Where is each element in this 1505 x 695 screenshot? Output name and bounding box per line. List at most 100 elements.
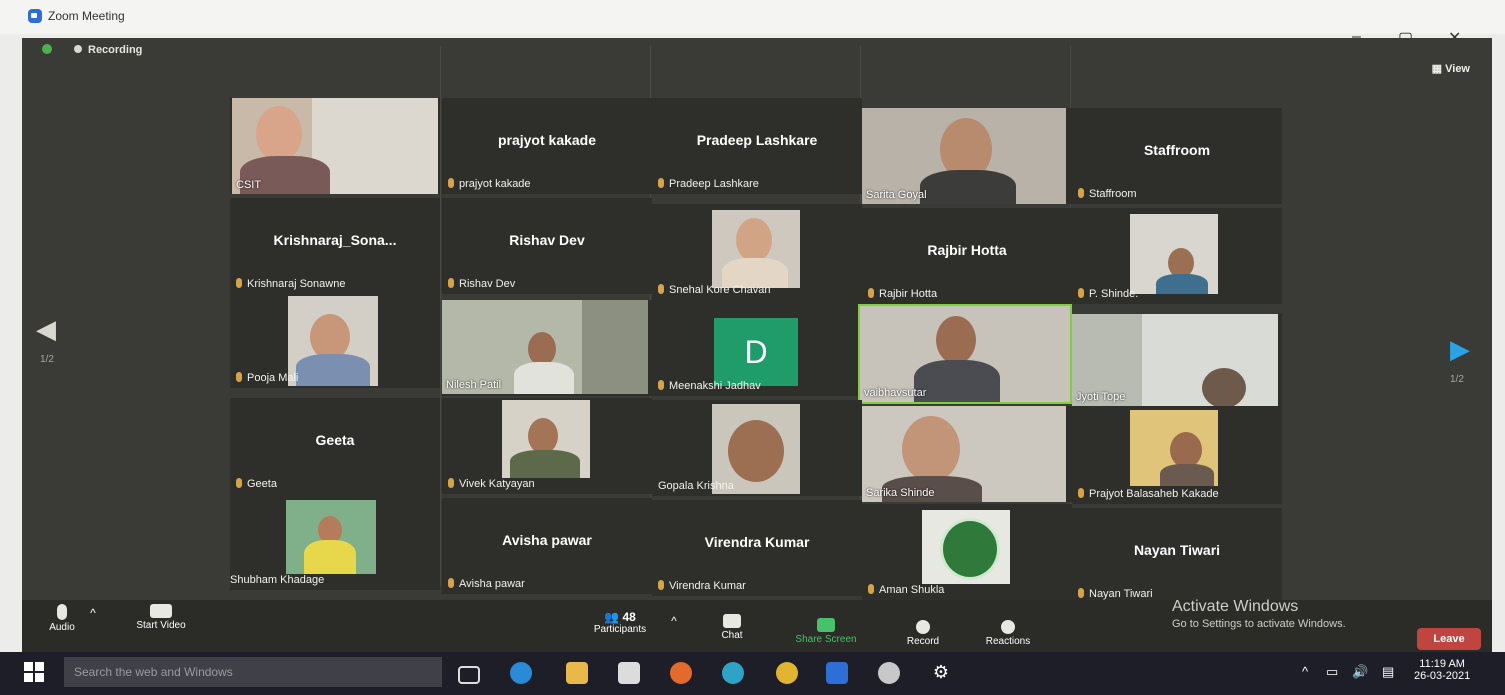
chat-bubble-icon	[723, 614, 741, 628]
activate-windows-hint: Go to Settings to activate Windows.	[1172, 618, 1346, 630]
participants-button[interactable]: 👥 48 Participants	[582, 610, 658, 635]
participant-tile-prajyot-balasaheb[interactable]: Prajyot Balasaheb Kakade	[1072, 408, 1282, 504]
participant-name-tag: P. Shinde.	[1078, 288, 1138, 300]
activate-windows-watermark: Activate Windows Go to Settings to activ…	[1172, 598, 1346, 630]
participant-name-tag: Staffroom	[1078, 188, 1137, 200]
settings-gear-icon[interactable]: ⚙	[930, 662, 952, 684]
start-video-button[interactable]: Start Video	[126, 604, 196, 631]
participant-tile-geeta[interactable]: Geeta Geeta	[230, 398, 440, 494]
reactions-button[interactable]: Reactions	[978, 620, 1038, 647]
network-icon[interactable]: ▭	[1326, 664, 1338, 680]
edge-chromium-icon[interactable]	[722, 662, 744, 684]
participant-display-name: Staffroom	[1143, 142, 1211, 158]
participant-tile-avisha-pawar[interactable]: Avisha pawar Avisha pawar	[442, 498, 652, 594]
recording-indicator[interactable]: Recording	[74, 44, 142, 56]
windows-start-icon[interactable]	[24, 662, 44, 682]
audio-label: Audio	[49, 622, 75, 633]
participants-options-caret[interactable]: ^	[668, 614, 680, 628]
participant-name-tag: Avisha pawar	[448, 578, 525, 590]
participant-tile-virendra-kumar[interactable]: Virendra Kumar Virendra Kumar	[652, 500, 862, 596]
mic-muted-icon	[448, 178, 454, 188]
record-button[interactable]: Record	[898, 620, 948, 647]
participant-display-name: Avisha pawar	[502, 532, 592, 548]
share-screen-icon	[817, 618, 835, 632]
participant-display-name: Pradeep Lashkare	[696, 132, 818, 148]
edge-browser-icon[interactable]	[510, 662, 532, 684]
chrome-icon[interactable]	[776, 662, 798, 684]
participant-name-tag: Shubham Khadage	[230, 574, 325, 586]
participants-label: Participants	[593, 624, 647, 635]
participant-tile-nayan-tiwari[interactable]: Nayan Tiwari Nayan Tiwari	[1072, 508, 1282, 604]
participant-display-name: Geeta	[315, 432, 355, 448]
file-explorer-icon[interactable]	[566, 662, 588, 684]
chat-button[interactable]: Chat	[712, 614, 752, 641]
participant-name-tag: Gopala Krishna	[658, 480, 734, 492]
participant-name-tag: Geeta	[236, 478, 277, 490]
participant-name-tag: Sarita Goyal	[866, 189, 927, 201]
taskbar-clock[interactable]: 11:19 AM 26-03-2021	[1414, 658, 1470, 682]
store-icon[interactable]	[618, 662, 640, 684]
participant-tile-csit[interactable]: CSIT	[230, 98, 440, 194]
participant-tile-pradeep-lashkare[interactable]: Pradeep Lashkare Pradeep Lashkare	[652, 98, 862, 194]
share-screen-button[interactable]: Share Screen	[788, 618, 864, 645]
participant-video: Sarita Goyal	[862, 108, 1066, 204]
participant-display-name: Virendra Kumar	[704, 534, 810, 550]
participant-tile-prajyot-kakade[interactable]: prajyot kakade prajyot kakade	[442, 98, 652, 194]
view-button[interactable]: ▦ View	[1432, 62, 1470, 75]
participant-tile-aman-shukla[interactable]: Aman Shukla	[862, 504, 1072, 600]
audio-button[interactable]: Audio	[42, 604, 82, 633]
participant-tile-sarita-goyal[interactable]: Sarita Goyal	[862, 108, 1072, 204]
participant-name-tag: Meenakshi Jadhav	[658, 380, 761, 392]
prev-page-arrow-icon[interactable]: ◀	[36, 314, 56, 345]
participant-tile-sarika-shinde[interactable]: Sarika Shinde	[862, 406, 1072, 502]
participants-icon: 👥 48	[604, 610, 636, 624]
participant-tile-rajbir-hotta[interactable]: Rajbir Hotta Rajbir Hotta	[862, 208, 1072, 304]
screen: Zoom Meeting – ▢ ✕ Recording ▦ View ◀ 1/…	[0, 0, 1505, 695]
task-view-icon[interactable]	[458, 666, 480, 684]
participant-tile-rishav-dev[interactable]: Rishav Dev Rishav Dev	[442, 198, 652, 294]
clock-time: 11:19 AM	[1419, 658, 1465, 670]
participant-name-tag: Aman Shukla	[868, 584, 944, 596]
clock-date: 26-03-2021	[1414, 670, 1471, 682]
notifications-icon[interactable]: ▤	[1382, 664, 1394, 680]
participant-name-tag: Nilesh Patil	[446, 379, 502, 391]
participant-tile-staffroom[interactable]: Staffroom Staffroom	[1072, 108, 1282, 204]
participant-tile-p-shinde[interactable]: P. Shinde.	[1072, 208, 1282, 304]
participant-tile-snehal[interactable]: Snehal Kore Chavan	[652, 204, 862, 300]
recording-label: Recording	[88, 44, 143, 56]
avatar: D	[714, 318, 798, 386]
mic-muted-icon	[658, 284, 664, 294]
tray-chevron-icon[interactable]: ^	[1302, 664, 1308, 679]
participant-display-name: Krishnaraj_Sona...	[273, 232, 397, 248]
participant-video: Sarika Shinde	[862, 406, 1066, 502]
participant-name-tag: Pooja Mali	[236, 372, 298, 384]
participant-tile-vaibhavsutar-active-speaker[interactable]: vaibhavsutar	[858, 304, 1072, 404]
audio-options-caret[interactable]: ^	[88, 606, 98, 620]
mic-muted-icon	[1078, 488, 1084, 498]
participant-tile-meenakshi-jadhav[interactable]: D Meenakshi Jadhav	[652, 300, 862, 396]
participant-tile-jyoti-tope[interactable]: Jyoti Tope	[1072, 314, 1282, 410]
mic-muted-icon	[448, 578, 454, 588]
leave-button[interactable]: Leave	[1417, 628, 1481, 650]
taskbar-search-input[interactable]: Search the web and Windows	[64, 657, 442, 687]
participant-video: vaibhavsutar	[860, 306, 1070, 402]
participant-tile-krishnaraj[interactable]: Krishnaraj_Sona... Krishnaraj Sonawne	[230, 198, 440, 294]
participant-video: CSIT	[232, 98, 438, 194]
windows-taskbar: Search the web and Windows ⚙ ^ ▭ 🔊 ▤ 11:…	[0, 652, 1505, 695]
participant-tile-shubham-khadage[interactable]: Shubham Khadage	[230, 494, 440, 590]
zoom-taskbar-icon[interactable]	[826, 662, 848, 684]
mic-muted-icon	[236, 372, 242, 382]
participant-video: Jyoti Tope	[1072, 314, 1278, 406]
participant-name-tag: Sarika Shinde	[866, 487, 935, 499]
reactions-smiley-icon	[1001, 620, 1015, 634]
participant-name-tag: Vivek Katyayan	[448, 478, 535, 490]
participant-tile-vivek-katyayan[interactable]: Vivek Katyayan	[442, 398, 652, 494]
paint-icon[interactable]	[878, 662, 900, 684]
volume-icon[interactable]: 🔊	[1352, 664, 1368, 680]
firefox-icon[interactable]	[670, 662, 692, 684]
participant-tile-nilesh-patil[interactable]: Nilesh Patil	[442, 300, 652, 396]
participant-tile-pooja-mali[interactable]: Pooja Mali	[230, 292, 440, 388]
next-page-arrow-icon[interactable]: ▶	[1450, 334, 1470, 365]
title-bar: Zoom Meeting – ▢ ✕	[0, 0, 1505, 47]
participant-tile-gopala-krishna[interactable]: Gopala Krishna	[652, 400, 862, 496]
